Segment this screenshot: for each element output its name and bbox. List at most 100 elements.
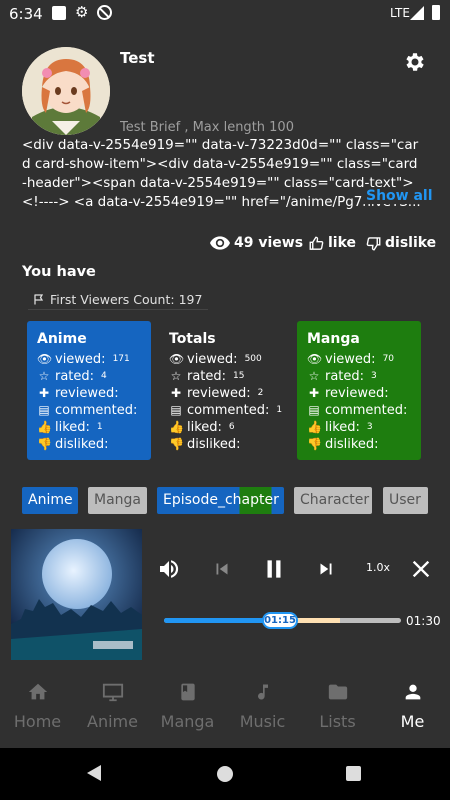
avatar[interactable] <box>22 47 110 135</box>
nav-manga[interactable]: Manga <box>150 676 225 742</box>
network-type: LTE <box>390 6 410 20</box>
rated-row: ☆ rated: 4 <box>37 368 151 385</box>
chip-character[interactable]: Character <box>294 487 372 514</box>
book-icon <box>180 683 195 701</box>
rated-label: rated: <box>55 369 95 384</box>
nav-label: Music <box>239 712 286 731</box>
liked-value: 1 <box>96 422 103 432</box>
viewed-value: 171 <box>112 354 130 364</box>
chip-anime[interactable]: Anime <box>22 487 78 514</box>
chip-episode-chapter[interactable]: Episode_chapter <box>157 487 284 514</box>
first-viewers-count: First Viewers Count: 197 <box>28 289 208 310</box>
tv-icon <box>102 683 123 702</box>
viewed-label: viewed: <box>187 352 238 367</box>
commented-value: 1 <box>276 405 283 415</box>
viewed-label: viewed: <box>325 352 376 367</box>
star-icon: ☆ <box>308 369 320 383</box>
thumb-down-icon: 👎 <box>169 437 184 451</box>
close-player-button[interactable] <box>408 556 434 582</box>
nav-music[interactable]: Music <box>225 676 300 742</box>
viewed-value: 70 <box>382 354 395 364</box>
eye-icon: 👁 <box>37 352 53 366</box>
seek-thumb[interactable]: 01:15 <box>262 612 298 629</box>
review-icon: ✚ <box>38 386 50 400</box>
viewed-value: 500 <box>244 354 262 364</box>
nav-lists[interactable]: Lists <box>300 676 375 742</box>
review-icon: ✚ <box>308 386 320 400</box>
reviewed-label: reviewed: <box>187 386 251 401</box>
do-not-disturb-icon <box>97 5 112 20</box>
viewed-label: viewed: <box>55 352 106 367</box>
pause-button[interactable] <box>261 556 287 582</box>
reviewed-row: ✚ reviewed: <box>37 385 151 402</box>
thumb-up-icon: 👍 <box>307 420 322 434</box>
status-bar: 6:34 ⚙ LTE <box>0 0 450 28</box>
reviewed-value: 2 <box>257 388 264 398</box>
thumb-up-icon: 👍 <box>169 420 184 434</box>
home-circle-icon[interactable] <box>217 766 233 782</box>
user-name: Test <box>120 49 155 67</box>
skip-next-icon <box>320 563 332 575</box>
liked-row: 👍 liked: 3 <box>307 419 421 436</box>
reviewed-row: ✚ reviewed: <box>307 385 421 402</box>
nav-label: Manga <box>160 712 215 731</box>
viewed-row: 👁 viewed: 171 <box>37 351 151 368</box>
comment-icon: ▤ <box>38 403 50 417</box>
disliked-label: disliked: <box>325 437 379 452</box>
rated-value: 3 <box>371 371 377 381</box>
volume-button[interactable] <box>156 556 182 582</box>
rated-row: ☆ rated: 3 <box>307 368 421 385</box>
anime-stats-card[interactable]: Anime 👁 viewed: 171 ☆ rated: 4 ✚ reviewed: ▤ c… <box>27 321 151 460</box>
album-cover[interactable] <box>11 529 142 660</box>
previous-track-button[interactable] <box>209 556 235 582</box>
settings-notification-icon: ⚙ <box>75 3 89 21</box>
like-label: like <box>328 235 357 251</box>
user-brief: Test Brief , Max length 100 <box>120 120 294 135</box>
settings-gear-icon[interactable] <box>402 50 428 76</box>
music-note-icon <box>257 684 268 700</box>
rated-label: rated: <box>187 369 227 384</box>
disliked-label: disliked: <box>55 437 109 452</box>
disliked-row: 👎 disliked: <box>169 436 283 453</box>
eye-icon: 👁 <box>307 352 323 366</box>
comment-icon: ▤ <box>170 403 182 417</box>
manga-stats-card[interactable]: Manga 👁 viewed: 70 ☆ rated: 3 ✚ reviewed: ▤ co… <box>297 321 421 460</box>
recent-apps-icon[interactable] <box>346 766 361 781</box>
dislike-button[interactable]: dislike <box>366 235 436 251</box>
show-all-link[interactable]: Show all <box>362 188 433 204</box>
like-button[interactable]: like <box>309 235 356 251</box>
nav-home[interactable]: Home <box>0 676 75 742</box>
rated-value: 4 <box>101 371 107 381</box>
commented-row: ▤ commented: <box>307 402 421 419</box>
signal-icon <box>410 6 424 20</box>
commented-label: commented: <box>325 403 408 418</box>
back-icon[interactable] <box>87 765 101 781</box>
rated-label: rated: <box>325 369 365 384</box>
skip-previous-icon <box>216 563 228 575</box>
thumb-down-icon: 👎 <box>37 437 52 451</box>
chip-manga[interactable]: Manga <box>88 487 147 514</box>
track-duration: 01:30 <box>406 614 441 628</box>
commented-label: commented: <box>55 403 138 418</box>
pause-icon <box>267 560 281 578</box>
star-icon: ☆ <box>38 369 50 383</box>
commented-row: ▤ commented: 1 <box>169 402 283 419</box>
you-have-heading: You have <box>22 264 96 280</box>
eye-icon: 👁 <box>169 352 185 366</box>
status-time: 6:34 <box>9 5 43 23</box>
next-track-button[interactable] <box>313 556 339 582</box>
playback-rate-button[interactable]: 1.0x <box>366 561 390 574</box>
disliked-row: 👎 disliked: <box>37 436 151 453</box>
folder-icon <box>328 684 347 700</box>
views-count: 49 views <box>210 235 303 251</box>
chip-user[interactable]: User <box>383 487 428 514</box>
reviewed-row: ✚ reviewed: 2 <box>169 385 283 402</box>
nav-me[interactable]: Me <box>375 676 450 742</box>
viewed-row: 👁 viewed: 500 <box>169 351 283 368</box>
rated-value: 15 <box>233 371 245 381</box>
liked-value: 3 <box>366 422 373 432</box>
nav-anime[interactable]: Anime <box>75 676 150 742</box>
disliked-label: disliked: <box>187 437 241 452</box>
nav-label: Lists <box>319 712 356 731</box>
notification-icon <box>52 6 66 20</box>
